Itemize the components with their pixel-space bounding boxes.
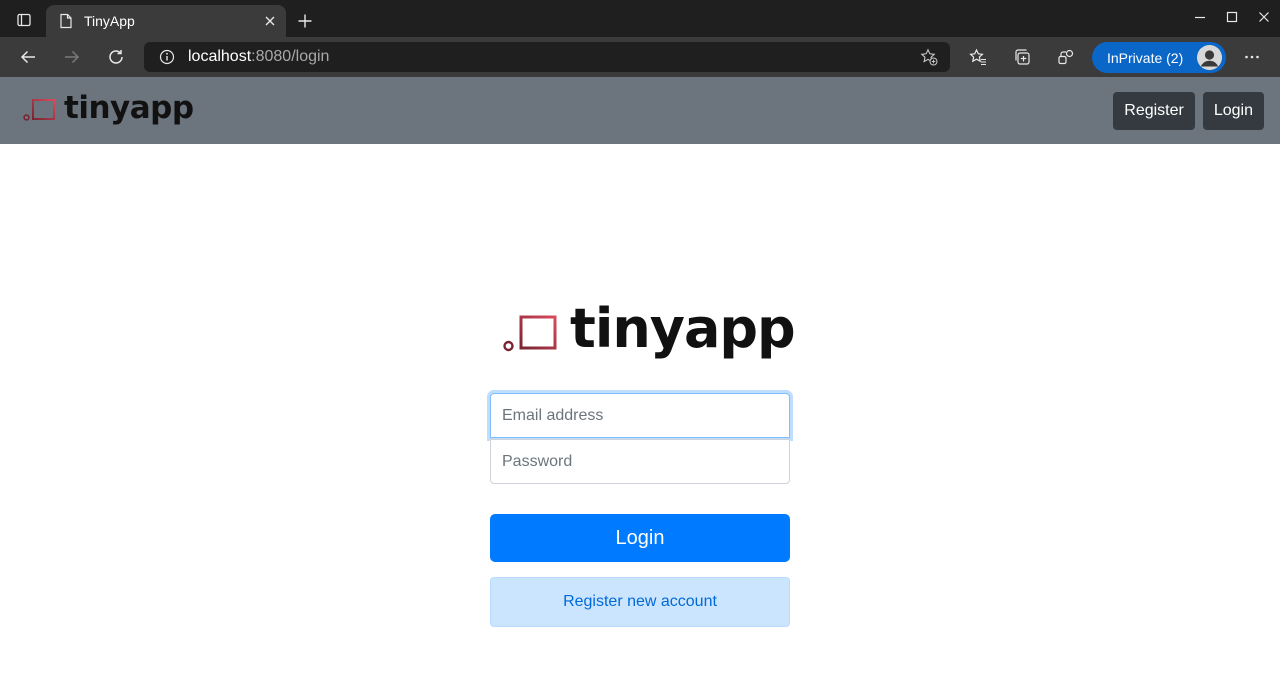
logo-mark-icon — [503, 315, 557, 352]
tab-title: TinyApp — [84, 13, 135, 29]
back-arrow-icon[interactable] — [12, 41, 44, 73]
browser-toolbar: localhost:8080/login InPrivate (2) — [0, 37, 1280, 77]
inprivate-label: InPrivate (2) — [1107, 49, 1184, 66]
collections-icon[interactable] — [1006, 41, 1038, 73]
close-icon[interactable] — [258, 9, 282, 33]
info-icon[interactable] — [156, 46, 178, 68]
brand-text: tinyapp — [64, 89, 194, 126]
login-nav-button[interactable]: Login — [1202, 92, 1264, 130]
window-close-icon[interactable] — [1252, 6, 1276, 28]
browser-tab[interactable]: TinyApp — [46, 5, 286, 37]
browser-tab-bar: TinyApp — [0, 0, 1280, 37]
address-bar[interactable]: localhost:8080/login — [144, 42, 950, 72]
login-submit-button[interactable]: Login — [490, 514, 790, 562]
forward-arrow-icon[interactable] — [56, 41, 88, 73]
register-button[interactable]: Register — [1113, 92, 1195, 130]
url-text: localhost:8080/login — [188, 48, 329, 66]
refresh-icon[interactable] — [100, 41, 132, 73]
password-field[interactable] — [490, 439, 790, 484]
more-icon[interactable] — [1236, 41, 1268, 73]
maximize-icon[interactable] — [1220, 6, 1244, 28]
register-account-link[interactable]: Register new account — [490, 577, 790, 627]
logo-mark-icon — [23, 99, 55, 121]
navbar: tinyapp Register Login — [0, 77, 1280, 144]
extensions-icon[interactable] — [1050, 41, 1082, 73]
favorites-icon[interactable] — [962, 41, 994, 73]
logo-text: tinyapp — [570, 297, 796, 360]
tab-actions-icon[interactable] — [10, 8, 38, 32]
url-path: :8080/login — [251, 48, 330, 65]
plus-icon[interactable] — [292, 8, 318, 34]
login-logo: tinyapp — [502, 297, 796, 364]
avatar — [1197, 45, 1222, 70]
minimize-icon[interactable] — [1188, 6, 1212, 28]
inprivate-button[interactable]: InPrivate (2) — [1092, 42, 1226, 73]
brand-logo[interactable]: tinyapp — [22, 89, 194, 127]
url-host: localhost — [188, 48, 252, 65]
page-icon — [58, 13, 74, 29]
star-plus-icon[interactable] — [918, 46, 940, 68]
email-field[interactable] — [490, 393, 790, 438]
